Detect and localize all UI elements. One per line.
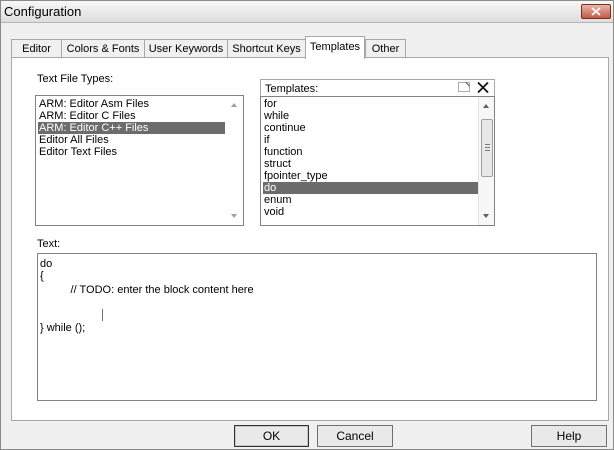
list-item[interactable]: function	[263, 146, 478, 158]
tab-user-keywords[interactable]: User Keywords	[144, 39, 228, 58]
title-bar[interactable]: Configuration	[1, 1, 613, 23]
list-item[interactable]: continue	[263, 122, 478, 134]
list-item[interactable]: struct	[263, 158, 478, 170]
list-item[interactable]: Editor All Files	[38, 134, 227, 146]
list-item-selected[interactable]: do	[263, 182, 478, 194]
tab-strip: Editor Colors & Fonts User Keywords Shor…	[11, 36, 611, 59]
scroll-thumb[interactable]	[481, 119, 493, 177]
templates-scrollbar[interactable]	[478, 97, 494, 225]
list-item[interactable]: for	[263, 98, 478, 110]
delete-template-button[interactable]	[476, 81, 492, 95]
delete-template-icon	[477, 81, 489, 94]
cancel-button[interactable]: Cancel	[317, 425, 393, 447]
new-template-button[interactable]	[457, 81, 473, 95]
help-button[interactable]: Help	[531, 425, 607, 447]
template-text-editor[interactable]: do { // TODO: enter the block content he…	[37, 253, 597, 401]
text-caret	[102, 309, 103, 321]
code-line: {	[40, 270, 44, 282]
list-item[interactable]: while	[263, 110, 478, 122]
ok-button[interactable]: OK	[234, 425, 309, 447]
list-item[interactable]: void	[263, 206, 478, 218]
tab-editor[interactable]: Editor	[11, 39, 62, 58]
scroll-down-icon[interactable]	[483, 214, 489, 218]
file-types-scrollbar[interactable]	[227, 96, 243, 225]
list-item[interactable]: ARM: Editor Asm Files	[38, 98, 227, 110]
list-item[interactable]: if	[263, 134, 478, 146]
new-template-icon	[458, 82, 470, 92]
close-button[interactable]	[581, 4, 611, 19]
scroll-up-icon[interactable]	[483, 104, 489, 108]
code-line: do	[40, 258, 53, 270]
templates-header: Templates:	[260, 79, 495, 97]
list-item-selected[interactable]: ARM: Editor C++ Files	[38, 122, 225, 134]
window-title: Configuration	[4, 4, 82, 19]
templates-list[interactable]: for while continue if function struct fp…	[260, 96, 495, 226]
tab-shortcut-keys[interactable]: Shortcut Keys	[227, 39, 306, 58]
file-types-label: Text File Types:	[37, 73, 114, 85]
configuration-dialog: Configuration Editor Colors & Fonts User…	[0, 0, 614, 450]
grip-icon	[485, 144, 490, 151]
code-line: } while ();	[40, 322, 86, 334]
text-label: Text:	[37, 238, 61, 250]
list-item[interactable]: fpointer_type	[263, 170, 478, 182]
file-types-list[interactable]: ARM: Editor Asm Files ARM: Editor C File…	[35, 95, 244, 226]
scroll-down-icon[interactable]	[231, 214, 237, 218]
close-icon	[591, 7, 601, 16]
list-item[interactable]: Editor Text Files	[38, 146, 227, 158]
tab-other[interactable]: Other	[365, 39, 406, 58]
templates-label: Templates:	[265, 83, 319, 95]
list-item[interactable]: enum	[263, 194, 478, 206]
list-item[interactable]: ARM: Editor C Files	[38, 110, 227, 122]
code-line: // TODO: enter the block content here	[40, 284, 254, 296]
tab-colors-fonts[interactable]: Colors & Fonts	[61, 39, 145, 58]
scroll-up-icon[interactable]	[231, 103, 237, 107]
tab-templates[interactable]: Templates	[305, 36, 365, 59]
